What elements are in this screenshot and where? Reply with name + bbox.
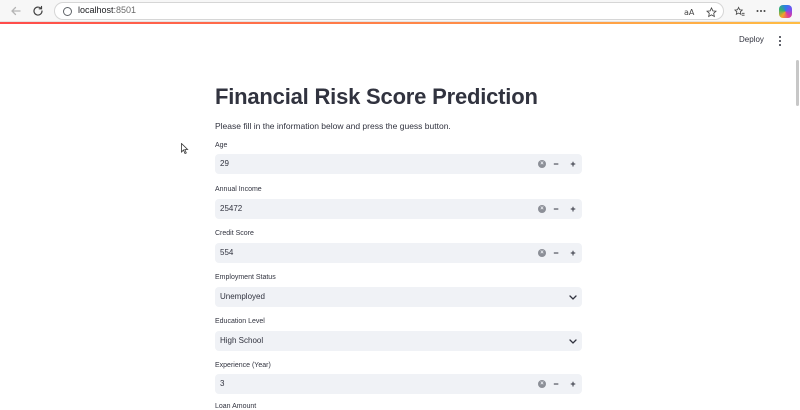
- reload-button[interactable]: [30, 3, 46, 19]
- experience-label: Experience (Year): [215, 362, 271, 369]
- plus-icon[interactable]: +: [567, 246, 579, 260]
- education-level-select[interactable]: High School: [215, 331, 582, 351]
- age-input[interactable]: 29 × − +: [215, 154, 582, 174]
- plus-icon[interactable]: +: [567, 377, 579, 391]
- copilot-button[interactable]: [778, 3, 792, 19]
- chevron-down-icon[interactable]: [568, 292, 578, 302]
- back-button[interactable]: [8, 3, 24, 19]
- page-title: Financial Risk Score Prediction: [215, 84, 538, 109]
- education-level-label: Education Level: [215, 318, 265, 325]
- scrollbar-thumb[interactable]: [796, 60, 799, 106]
- clear-x-icon[interactable]: ×: [538, 160, 546, 168]
- favorites-icon[interactable]: [733, 3, 745, 19]
- credit-score-value[interactable]: 554: [220, 248, 233, 257]
- arrow-left-icon: [11, 6, 21, 16]
- deploy-button[interactable]: Deploy: [739, 35, 764, 44]
- education-level-value[interactable]: High School: [220, 336, 263, 345]
- clear-x-icon[interactable]: ×: [538, 249, 546, 257]
- url-port: :8501: [113, 5, 137, 15]
- age-value[interactable]: 29: [220, 159, 229, 168]
- credit-score-label: Credit Score: [215, 230, 254, 237]
- annual-income-value[interactable]: 25472: [220, 204, 242, 213]
- minus-icon[interactable]: −: [550, 377, 562, 391]
- address-bar[interactable]: localhost:8501 aA: [54, 2, 724, 20]
- copilot-icon: [778, 4, 792, 18]
- mouse-cursor-icon: [181, 143, 189, 154]
- clear-x-icon[interactable]: ×: [538, 205, 546, 213]
- reload-icon: [33, 5, 43, 16]
- browser-toolbar: localhost:8501 aA: [0, 0, 800, 22]
- star-icon[interactable]: [704, 4, 718, 20]
- page-subtitle: Please fill in the information below and…: [215, 121, 451, 131]
- experience-input[interactable]: 3 × − +: [215, 374, 582, 394]
- experience-value[interactable]: 3: [220, 379, 224, 388]
- credit-score-input[interactable]: 554 × − +: [215, 243, 582, 263]
- app-decoration-line: [0, 22, 800, 24]
- employment-status-select[interactable]: Unemployed: [215, 287, 582, 307]
- employment-status-label: Employment Status: [215, 274, 276, 281]
- read-aloud-icon[interactable]: aA: [683, 4, 697, 20]
- info-icon[interactable]: [63, 7, 72, 16]
- url-text: localhost:8501: [78, 5, 136, 15]
- url-host: localhost: [78, 5, 114, 15]
- plus-icon[interactable]: +: [567, 157, 579, 171]
- minus-icon[interactable]: −: [550, 157, 562, 171]
- minus-icon[interactable]: −: [550, 246, 562, 260]
- chevron-down-icon[interactable]: [568, 336, 578, 346]
- more-icon[interactable]: [755, 3, 767, 19]
- loan-amount-label: Loan Amount: [215, 403, 257, 410]
- kebab-menu-icon[interactable]: [777, 36, 783, 46]
- annual-income-label: Annual Income: [215, 186, 262, 193]
- employment-status-value[interactable]: Unemployed: [220, 292, 265, 301]
- svg-text:aA: aA: [684, 8, 695, 17]
- clear-x-icon[interactable]: ×: [538, 380, 546, 388]
- plus-icon[interactable]: +: [567, 202, 579, 216]
- age-label: Age: [215, 142, 228, 149]
- minus-icon[interactable]: −: [550, 202, 562, 216]
- annual-income-input[interactable]: 25472 × − +: [215, 199, 582, 219]
